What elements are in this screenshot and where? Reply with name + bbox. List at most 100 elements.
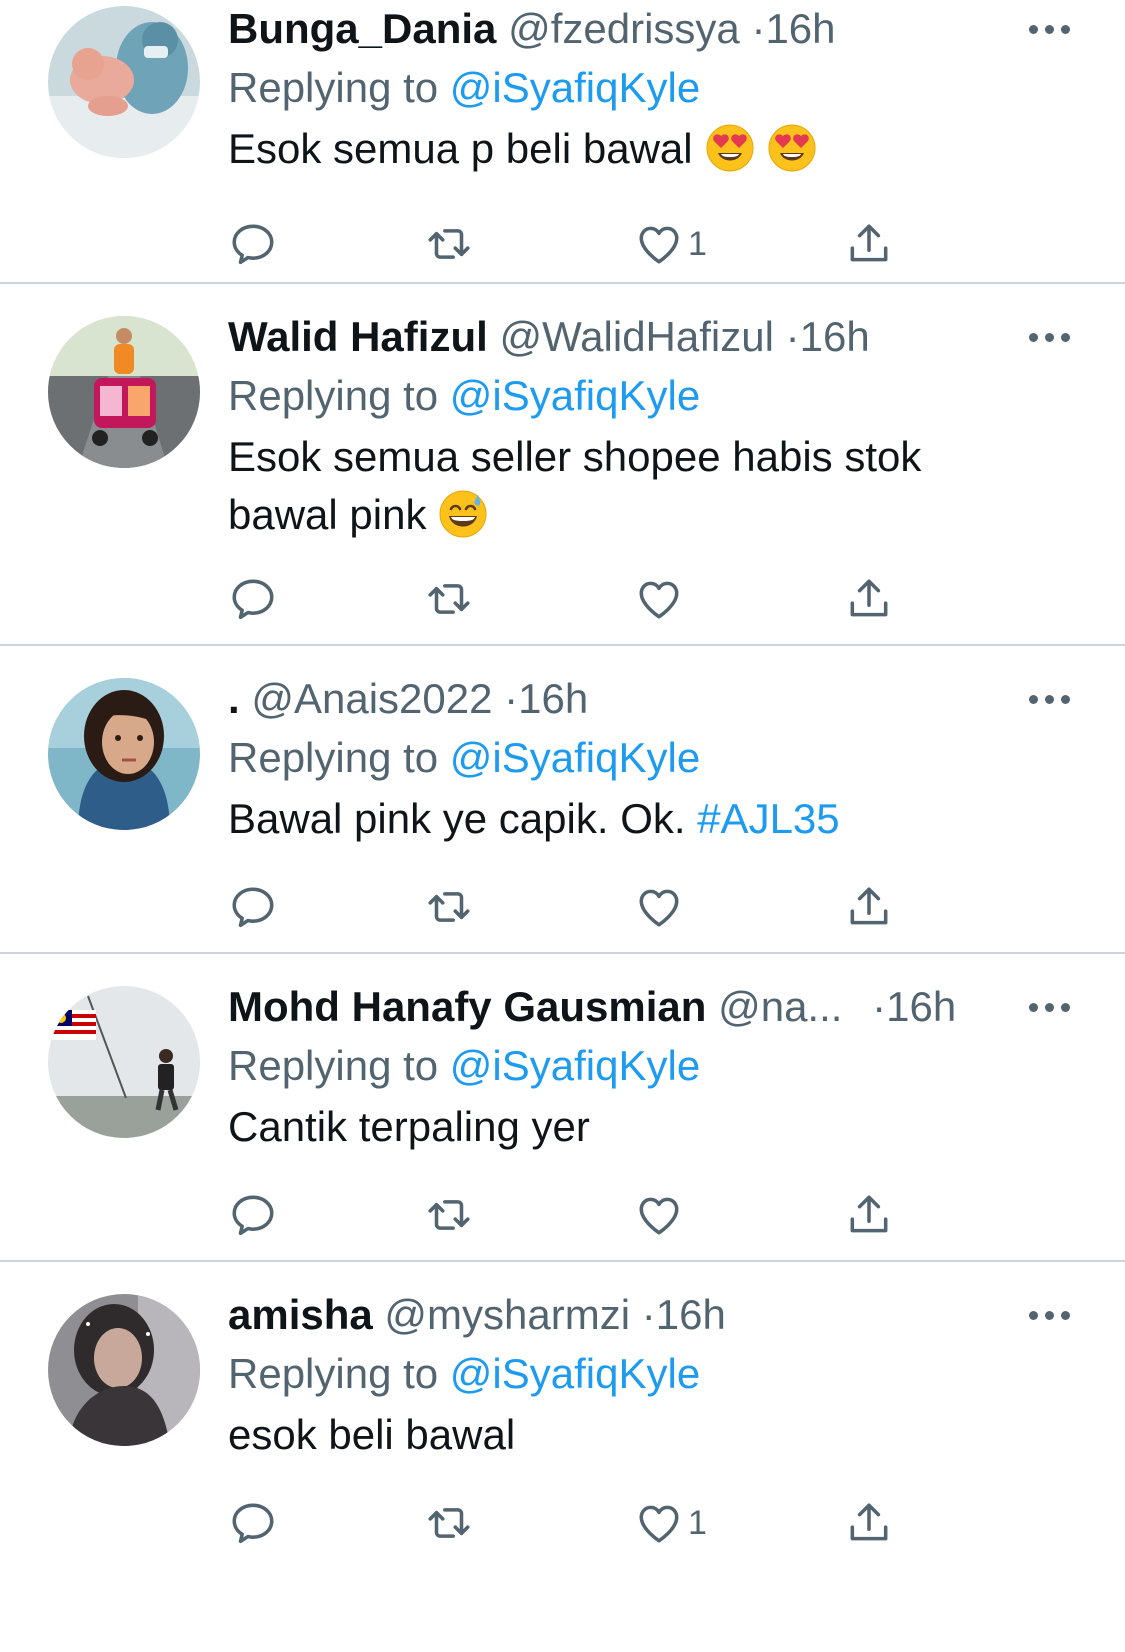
tweet-body: Esok semua p beli bawal — [228, 125, 693, 172]
tweet[interactable]: Mohd Hanafy Gausmian @na... ·16h Replyin… — [0, 954, 1125, 1260]
action-bar — [228, 879, 948, 935]
mention-link[interactable]: @iSyafiqKyle — [450, 1350, 700, 1397]
mention-link[interactable]: @iSyafiqKyle — [450, 64, 700, 111]
more-options-icon[interactable] — [1029, 692, 1073, 706]
reply-button[interactable] — [228, 1495, 278, 1551]
heart-eyes-emoji-icon — [706, 124, 754, 172]
action-bar — [228, 571, 948, 627]
reply-icon — [232, 224, 274, 265]
share-icon — [850, 224, 888, 262]
reply-button[interactable] — [228, 879, 278, 935]
user-handle[interactable]: @WalidHafizul — [499, 313, 773, 360]
retweet-button[interactable] — [424, 1187, 474, 1243]
like-button[interactable] — [634, 1187, 688, 1243]
share-button[interactable] — [844, 571, 894, 627]
reply-icon — [232, 887, 274, 928]
avatar[interactable] — [48, 1294, 200, 1446]
separator-dot: · — [785, 313, 800, 360]
tweet-header: Mohd Hanafy Gausmian @na... ·16h — [228, 978, 1065, 1036]
like-button[interactable] — [634, 879, 688, 935]
like-icon — [639, 1197, 679, 1235]
more-options-icon[interactable] — [1029, 1308, 1073, 1322]
replying-label: Replying to — [228, 1042, 439, 1089]
display-name[interactable]: Mohd Hanafy Gausmian — [228, 983, 706, 1030]
timestamp[interactable]: 16h — [765, 5, 835, 52]
user-handle[interactable]: @mysharmzi — [384, 1291, 630, 1338]
timestamp[interactable]: 16h — [656, 1291, 726, 1338]
tweet-header: Walid Hafizul @WalidHafizul ·16h — [228, 308, 1065, 366]
timestamp[interactable]: 16h — [800, 313, 870, 360]
display-name[interactable]: Bunga_Dania — [228, 5, 496, 52]
more-options-icon[interactable] — [1029, 22, 1073, 36]
tweet-body: Esok semua seller shopee habis stok bawa… — [228, 433, 922, 538]
avatar[interactable] — [48, 6, 200, 158]
tweet[interactable]: Bunga_Dania @fzedrissya ·16h Replying to… — [0, 0, 1125, 282]
timestamp[interactable]: 16h — [886, 983, 956, 1030]
like-icon — [639, 581, 679, 619]
retweet-icon — [428, 1200, 470, 1230]
share-button[interactable] — [844, 879, 894, 935]
mention-link[interactable]: @iSyafiqKyle — [450, 372, 700, 419]
mention-link[interactable]: @iSyafiqKyle — [450, 734, 700, 781]
like-icon — [639, 889, 679, 927]
tweet-text: esok beli bawal — [228, 1406, 1065, 1464]
separator-dot: · — [504, 675, 519, 722]
retweet-button[interactable] — [424, 1495, 474, 1551]
like-button[interactable]: 1 — [634, 1495, 707, 1551]
display-name[interactable]: amisha — [228, 1291, 373, 1338]
avatar[interactable] — [48, 986, 200, 1138]
grin-sweat-emoji-icon — [439, 490, 487, 538]
display-name[interactable]: . — [228, 675, 240, 722]
tweet-body: Bawal pink ye capik. Ok. — [228, 795, 686, 842]
reply-button[interactable] — [228, 216, 278, 272]
user-handle[interactable]: @Anais2022 — [251, 675, 492, 722]
avatar[interactable] — [48, 316, 200, 468]
tweet-text: Esok semua seller shopee habis stok bawa… — [228, 428, 988, 544]
action-bar: 1 — [228, 1495, 948, 1551]
like-icon — [639, 1505, 679, 1543]
retweet-icon — [428, 229, 470, 259]
share-icon — [850, 579, 888, 617]
tweet-header: amisha @mysharmzi ·16h — [228, 1286, 1065, 1344]
replying-to: Replying to @iSyafiqKyle — [228, 58, 1065, 118]
reply-icon — [232, 1503, 274, 1544]
retweet-button[interactable] — [424, 571, 474, 627]
action-bar: 1 — [228, 216, 948, 272]
tweet[interactable]: . @Anais2022 ·16h Replying to @iSyafiqKy… — [0, 646, 1125, 952]
retweet-icon — [428, 1508, 470, 1538]
retweet-button[interactable] — [424, 216, 474, 272]
reply-icon — [232, 579, 274, 620]
like-count: 1 — [688, 1503, 707, 1542]
like-button[interactable]: 1 — [634, 216, 707, 272]
share-button[interactable] — [844, 1187, 894, 1243]
avatar[interactable] — [48, 678, 200, 830]
mention-link[interactable]: @iSyafiqKyle — [450, 1042, 700, 1089]
more-options-icon[interactable] — [1029, 330, 1073, 344]
display-name[interactable]: Walid Hafizul — [228, 313, 488, 360]
hashtag-link[interactable]: #AJL35 — [697, 795, 839, 842]
reply-button[interactable] — [228, 1187, 278, 1243]
user-handle[interactable]: @fzedrissya — [508, 5, 740, 52]
replying-to: Replying to @iSyafiqKyle — [228, 1344, 1065, 1404]
like-button[interactable] — [634, 571, 688, 627]
reply-button[interactable] — [228, 571, 278, 627]
replying-label: Replying to — [228, 64, 439, 111]
separator-dot: · — [751, 5, 766, 52]
action-bar — [228, 1187, 948, 1243]
tweet-text: Cantik terpaling yer — [228, 1098, 1065, 1156]
share-button[interactable] — [844, 216, 894, 272]
replying-to: Replying to @iSyafiqKyle — [228, 366, 1065, 426]
share-button[interactable] — [844, 1495, 894, 1551]
timestamp[interactable]: 16h — [518, 675, 588, 722]
retweet-button[interactable] — [424, 879, 474, 935]
tweet-text: Esok semua p beli bawal — [228, 120, 1065, 178]
heart-eyes-emoji-icon — [768, 124, 816, 172]
tweet[interactable]: Walid Hafizul @WalidHafizul ·16h Replyin… — [0, 284, 1125, 644]
share-icon — [850, 887, 888, 925]
tweet-header: Bunga_Dania @fzedrissya ·16h — [228, 0, 1065, 58]
tweet[interactable]: amisha @mysharmzi ·16h Replying to @iSya… — [0, 1262, 1125, 1652]
more-options-icon[interactable] — [1029, 1000, 1073, 1014]
user-handle[interactable]: @na... — [718, 983, 842, 1030]
separator-dot: · — [872, 983, 887, 1030]
like-icon — [639, 226, 679, 264]
